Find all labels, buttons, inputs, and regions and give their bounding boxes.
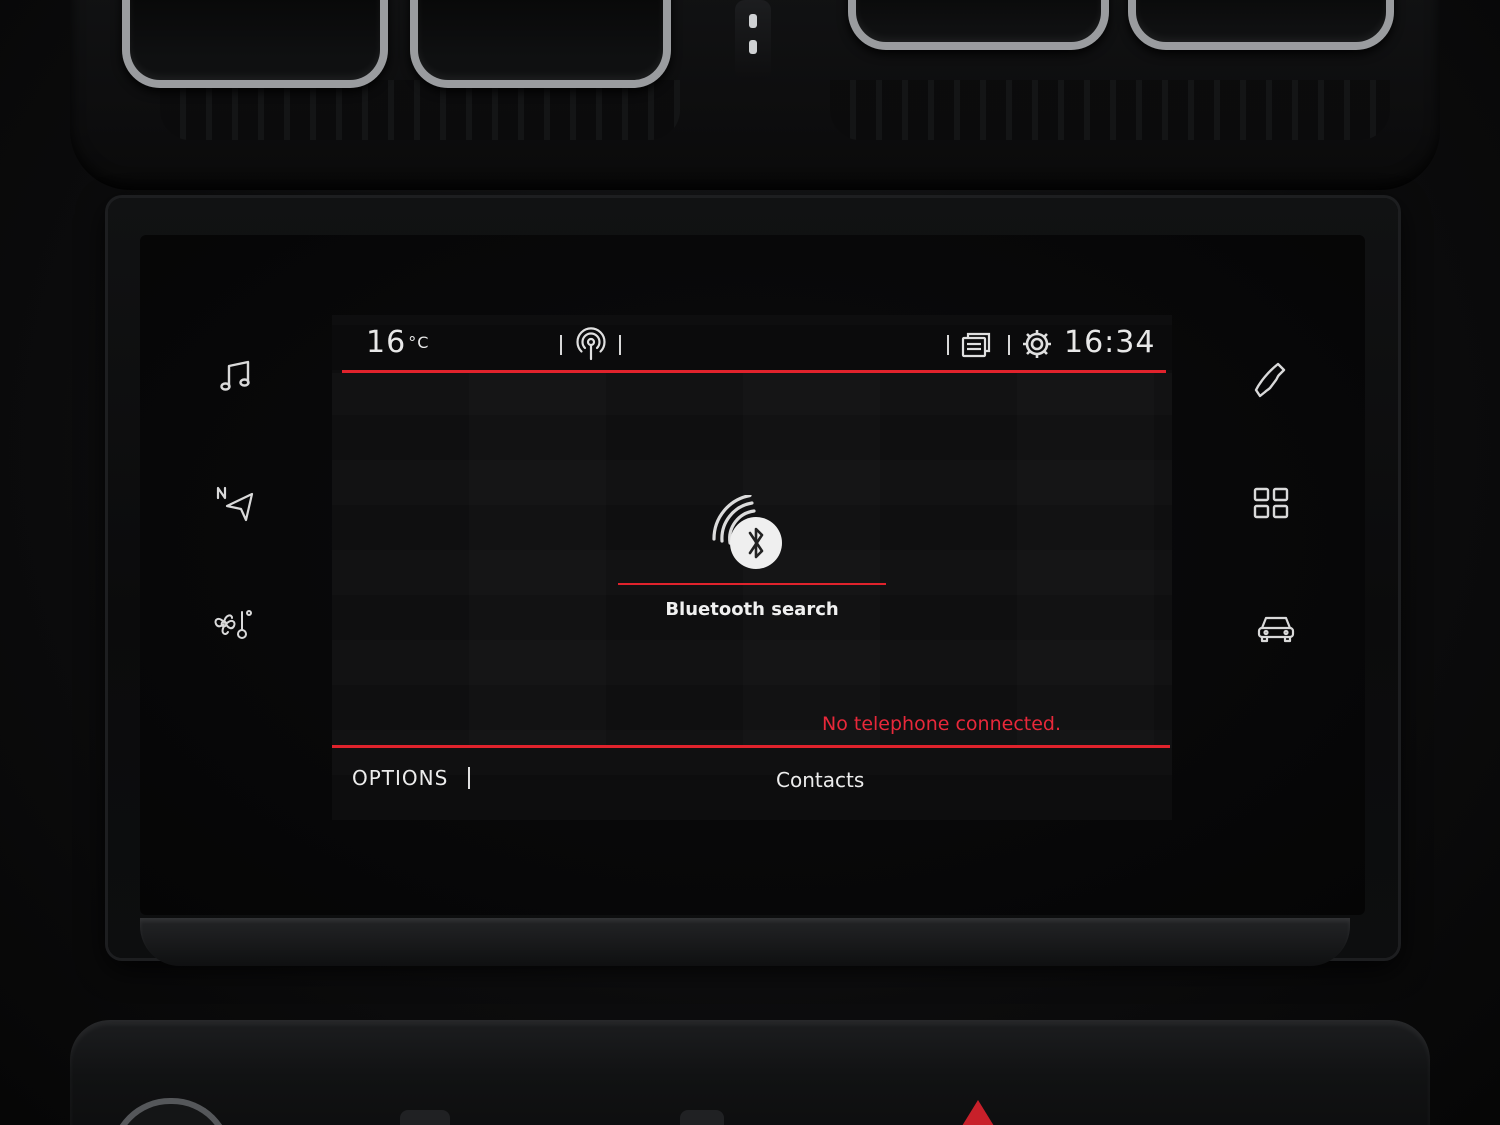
status-bar: 16 °C 16:34 (332, 315, 1172, 373)
bluetooth-search-label: Bluetooth search (665, 599, 839, 620)
status-bar-divider (342, 370, 1166, 373)
air-vent-3 (848, 0, 1109, 50)
side-button-vehicle[interactable] (1248, 600, 1304, 656)
side-button-apps[interactable] (1244, 476, 1300, 532)
car-icon (1257, 616, 1295, 643)
console-button[interactable] (680, 1110, 724, 1125)
hazard-warning-button[interactable] (962, 1100, 994, 1125)
options-button[interactable]: OPTIONS (352, 766, 471, 790)
side-button-phone[interactable] (1244, 352, 1300, 408)
status-separator (947, 335, 949, 355)
outside-temperature: 16 °C (366, 325, 429, 360)
vent-grille-right (830, 80, 1390, 140)
options-label: OPTIONS (352, 766, 449, 790)
lower-console (70, 1020, 1430, 1125)
status-separator (1008, 335, 1010, 355)
gear-icon[interactable] (1020, 327, 1054, 361)
console-button[interactable] (400, 1110, 450, 1125)
phone-handset-icon (1254, 362, 1286, 398)
screen-bezel-lip (140, 918, 1350, 966)
signal-broadcast-icon[interactable] (574, 327, 608, 361)
side-button-climate[interactable] (204, 596, 260, 652)
status-separator (619, 335, 621, 355)
options-separator (468, 767, 471, 789)
car-dashboard-scene: 16 °C 16:34 Bluetooth search No telephon… (0, 0, 1500, 1125)
climate-fan-icon (214, 610, 252, 639)
side-button-media[interactable] (208, 348, 264, 404)
vent-grille-left (160, 80, 680, 140)
bottom-bar: OPTIONS Contacts (332, 748, 1172, 820)
status-separator (560, 335, 562, 355)
navigation-arrow-icon (216, 486, 254, 522)
air-vent-4 (1128, 0, 1394, 50)
air-vent-1 (122, 0, 388, 88)
vent-control-knob (735, 0, 771, 80)
temperature-unit: °C (408, 333, 430, 352)
side-button-navigation[interactable] (208, 474, 264, 530)
infotainment-display: 16 °C 16:34 Bluetooth search No telephon… (332, 315, 1172, 820)
temperature-value: 16 (366, 325, 407, 360)
bluetooth-underline (618, 583, 886, 585)
music-note-icon (220, 360, 250, 391)
air-vent-2 (410, 0, 671, 88)
connection-status-message: No telephone connected. (822, 713, 1062, 735)
bluetooth-search-button[interactable]: Bluetooth search (618, 495, 886, 625)
clock: 16:34 (1064, 325, 1156, 360)
contacts-button[interactable]: Contacts (776, 768, 864, 792)
apps-grid-icon (1253, 487, 1289, 519)
screens-icon[interactable] (960, 327, 994, 361)
bluetooth-icon (712, 495, 782, 569)
